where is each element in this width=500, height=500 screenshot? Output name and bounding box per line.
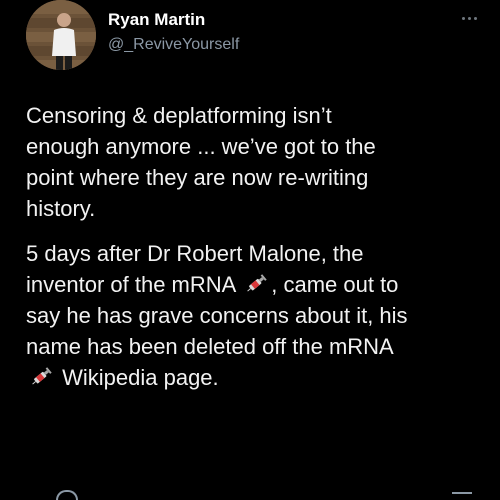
share-icon[interactable] <box>452 492 472 500</box>
ellipsis-icon <box>461 16 465 20</box>
syringe-icon <box>32 367 52 385</box>
tweet-text-segment: Wikipedia page. <box>56 365 219 390</box>
tweet-text: Censoring & deplatforming isn’t enough a… <box>26 100 492 407</box>
profile-photo-icon <box>26 0 96 70</box>
ellipsis-icon <box>467 16 471 20</box>
author-name[interactable]: Ryan Martin <box>108 10 205 30</box>
author-handle[interactable]: @_ReviveYourself <box>108 36 239 54</box>
ellipsis-icon <box>473 16 477 20</box>
more-options-button[interactable] <box>452 8 486 28</box>
tweet-card: Ryan Martin @_ReviveYourself Censoring &… <box>0 0 500 500</box>
reply-icon[interactable] <box>56 490 78 500</box>
author-avatar[interactable] <box>26 0 96 70</box>
tweet-paragraph-1: Censoring & deplatforming isn’t enough a… <box>26 103 376 221</box>
syringe-icon <box>247 274 267 292</box>
tweet-paragraph-2: 5 days after Dr Robert Malone, the inven… <box>26 238 492 393</box>
